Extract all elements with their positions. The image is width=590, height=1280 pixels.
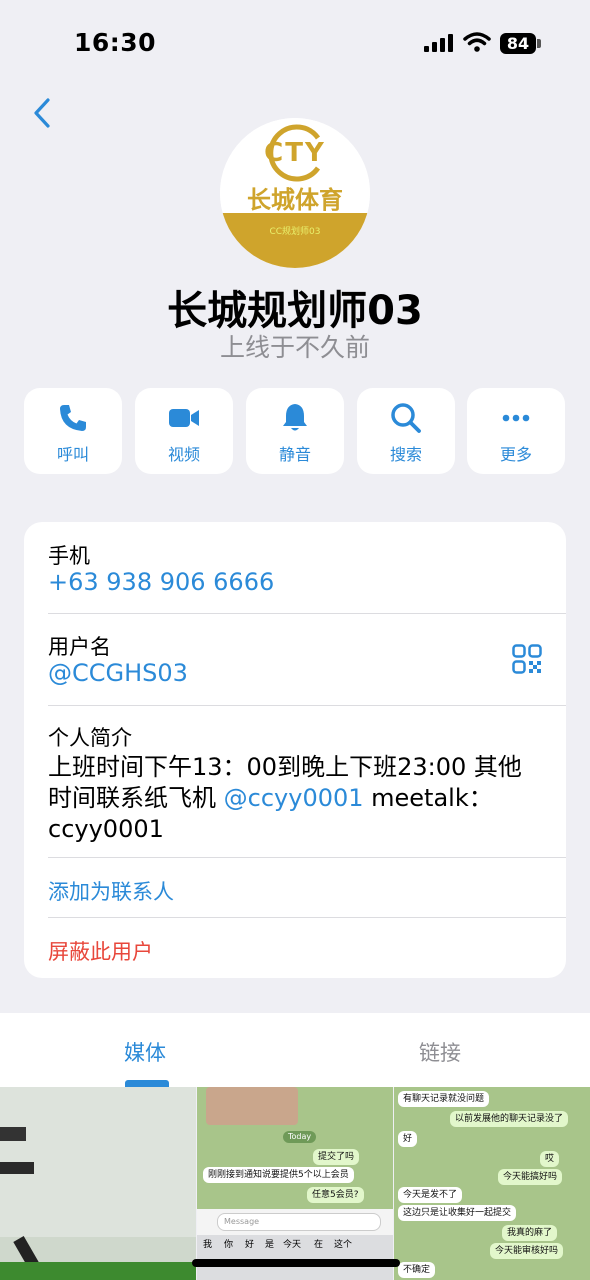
cellular-signal-icon (424, 34, 453, 52)
tab-links[interactable]: 链接 (385, 1037, 495, 1067)
battery-nub (537, 39, 541, 48)
wifi-icon (463, 32, 491, 52)
chat-bubble: 这边只是让收集好一起提交 (398, 1205, 517, 1221)
divider (48, 917, 566, 918)
phone-icon (60, 405, 86, 431)
chat-bubble: 好 (398, 1131, 418, 1147)
qr-code-icon[interactable] (512, 644, 542, 674)
info-card: 手机 +63 938 906 6666 用户名 @CCGHS03 个人简介 上班… (24, 522, 566, 978)
bio-handle-link[interactable]: @ccyy0001 (224, 784, 364, 812)
chat-bubble: 有聊天记录就没问题 (398, 1091, 490, 1107)
avatar-logo-text: CTY (264, 138, 326, 168)
chat-bubble: 今天是发不了 (398, 1187, 463, 1203)
phone-number[interactable]: +63 938 906 6666 (48, 568, 274, 596)
call-label: 呼叫 (56, 445, 89, 464)
keyboard-suggestion: 好 (245, 1240, 255, 1250)
message-input: Message (217, 1213, 381, 1231)
add-contact-button[interactable]: 添加为联系人 (48, 876, 174, 906)
avatar-tag: CC规划师03 (269, 227, 321, 237)
bio-text: 上班时间下午13：00到晚上下班23:00 其他时间联系纸飞机 @ccyy000… (48, 752, 538, 845)
chat-bubble: 不确定 (398, 1262, 436, 1278)
keyboard-suggestion: 这个 (334, 1240, 353, 1250)
chat-bubble: 我真的麻了 (502, 1225, 558, 1241)
mute-button[interactable]: 静音 (246, 388, 344, 474)
mute-label: 静音 (278, 445, 311, 464)
search-icon (391, 403, 421, 433)
chat-input-area: Message 我 你 好 是 今天 在 这个 (197, 1209, 393, 1280)
date-chip: Today (283, 1131, 317, 1143)
photo-grass (0, 1262, 196, 1280)
username-label: 用户名 (48, 635, 111, 659)
keyboard-suggestion: 是 (265, 1240, 275, 1250)
more-icon (502, 414, 530, 422)
tab-media[interactable]: 媒体 (90, 1037, 200, 1067)
avatar-bottom (220, 213, 370, 268)
phone-label: 手机 (48, 544, 90, 568)
avatar-brand-name: 长城体育 (247, 186, 343, 214)
video-icon (169, 409, 199, 427)
call-button[interactable]: 呼叫 (24, 388, 122, 474)
keyboard-suggestion: 你 (224, 1240, 234, 1250)
status-time: 16:30 (74, 28, 157, 57)
keyboard: 我 你 好 是 今天 在 这个 (197, 1235, 393, 1280)
video-label: 视频 (167, 445, 200, 464)
bio-label: 个人简介 (48, 726, 132, 750)
avatar[interactable]: CTY 长城体育 CC规划师03 (220, 118, 370, 268)
search-label: 搜索 (389, 445, 422, 464)
divider (48, 705, 566, 706)
media-tabs: 媒体 链接 (0, 1013, 590, 1087)
bell-icon (283, 404, 307, 431)
divider (48, 613, 566, 614)
media-thumbnail[interactable]: 有聊天记录就没问题 以前发展他的聊天记录没了 好 哎 今天能搞好吗 今天是发不了… (394, 1087, 590, 1280)
battery-level: 84 (500, 33, 536, 54)
chat-bubble: 哎 (540, 1151, 560, 1167)
more-button[interactable]: 更多 (467, 388, 565, 474)
media-thumbnail[interactable] (0, 1087, 196, 1280)
home-indicator (192, 1259, 400, 1267)
photo-shape (0, 1127, 26, 1141)
username-value[interactable]: @CCGHS03 (48, 659, 188, 687)
keyboard-suggestion: 今天 (283, 1240, 302, 1250)
search-button[interactable]: 搜索 (357, 388, 455, 474)
media-thumbnail[interactable]: Today 提交了吗 刚刚接到通知说要提供5个以上会员 任意5会员? Messa… (197, 1087, 393, 1280)
chat-bubble: 今天能搞好吗 (498, 1169, 563, 1185)
chat-bubble: 任意5会员? (307, 1187, 364, 1203)
chat-bubble: 以前发展他的聊天记录没了 (450, 1111, 569, 1127)
chat-bubble: 刚刚接到通知说要提供5个以上会员 (203, 1167, 354, 1183)
photo-shape (0, 1162, 34, 1174)
keyboard-suggestion: 我 (203, 1240, 213, 1250)
last-seen-status: 上线于不久前 (219, 333, 370, 362)
divider (48, 857, 566, 858)
chat-bubble: 提交了吗 (313, 1149, 360, 1165)
chat-bubble: 今天能审核好吗 (490, 1243, 564, 1259)
chat-photo (206, 1087, 298, 1125)
block-user-button[interactable]: 屏蔽此用户 (48, 936, 153, 966)
keyboard-suggestion: 在 (314, 1240, 324, 1250)
more-label: 更多 (499, 445, 532, 464)
tab-indicator (125, 1080, 169, 1087)
back-chevron-icon[interactable] (28, 96, 56, 130)
video-button[interactable]: 视频 (135, 388, 233, 474)
